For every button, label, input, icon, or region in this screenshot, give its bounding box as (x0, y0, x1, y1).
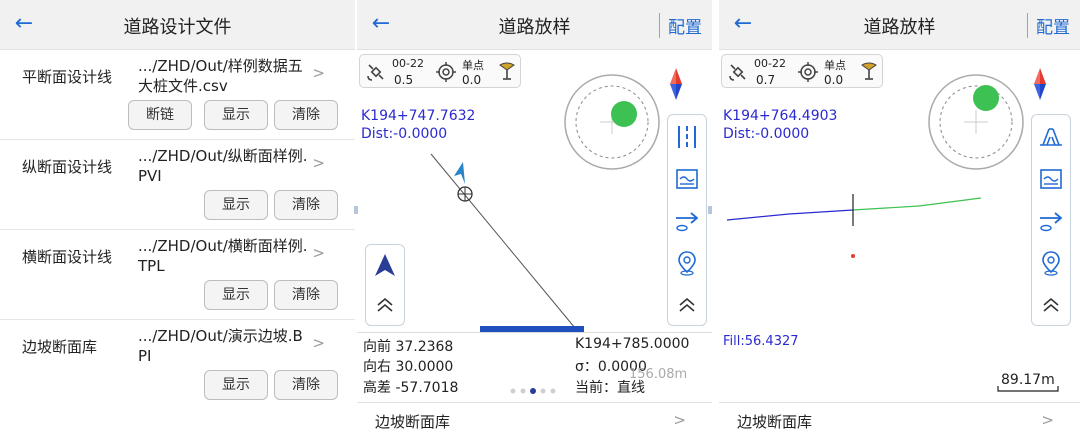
status-code: 00-22 (392, 57, 424, 70)
location-pin-icon[interactable] (1032, 245, 1070, 281)
profile-chart-icon[interactable] (1032, 161, 1070, 197)
left-control-column (365, 244, 405, 326)
file-row-cross[interactable]: 横断面设计线 .../ZHD/Out/横断面样例.TPL > 显示 清除 (0, 230, 355, 320)
slope-library-row[interactable]: 边坡断面库 > (719, 402, 1080, 437)
file-path: .../ZHD/Out/演示边坡.BPI (138, 327, 303, 365)
header: ← 道路放样 配置 (357, 0, 712, 50)
profile-view-canvas (726, 194, 982, 258)
station-value: K194+747.7632 (361, 108, 476, 124)
chevron-right-icon: > (312, 154, 325, 172)
stake-direction-icon[interactable] (1032, 203, 1070, 239)
right-control-column (1031, 114, 1071, 326)
page-title: 道路放样 (863, 17, 936, 38)
profile-chart-icon[interactable] (668, 161, 706, 197)
page-title: 道路设计文件 (123, 17, 232, 38)
page-indicator (510, 388, 556, 394)
dist-value: Dist:-0.0000 (723, 126, 810, 142)
scale-bar (997, 386, 1059, 392)
status-value: 0.5 (394, 73, 414, 87)
panel-handle (708, 206, 712, 214)
show-button[interactable]: 显示 (204, 100, 268, 130)
chevron-right-icon: > (1041, 411, 1054, 429)
file-row-plan[interactable]: 平断面设计线 .../ZHD/Out/样例数据五大桩文件.csv > 断链 显示… (0, 50, 355, 140)
slope-library-label: 边坡断面库 (375, 413, 451, 431)
clear-button[interactable]: 清除 (274, 370, 338, 400)
status-value: 0.7 (756, 73, 776, 87)
cross-section-icon[interactable] (1032, 119, 1070, 155)
compass-bubble (928, 74, 1024, 170)
target-icon (436, 62, 456, 82)
file-label: 纵断面设计线 (22, 158, 113, 176)
target-station-value: K194+785.0000 (575, 336, 690, 352)
satellite-icon (729, 64, 746, 81)
mode-label: 单点 (462, 59, 484, 72)
config-button[interactable]: 配置 (659, 13, 702, 38)
road-stakeout-screen-profile: ← 道路放样 配置 00-22 0.7 单点 0.0 K194+764.4903… (719, 0, 1080, 437)
slope-library-label: 边坡断面库 (737, 413, 813, 431)
divider (357, 332, 712, 333)
mode-value: 0.0 (824, 73, 844, 87)
target-icon (798, 62, 818, 82)
satellite-icon (367, 64, 384, 81)
antenna-icon (861, 62, 877, 80)
forward-value: 向前 37.2368 (363, 339, 454, 355)
status-bar[interactable]: 00-22 0.5 单点 0.0 (359, 54, 521, 88)
north-arrow-icon[interactable] (669, 68, 683, 100)
mode-value: 0.0 (462, 73, 482, 87)
double-chevron-up-icon[interactable] (1032, 287, 1070, 323)
config-button[interactable]: 配置 (1027, 13, 1070, 38)
header: ← 道路设计文件 (0, 0, 355, 50)
clear-button[interactable]: 清除 (274, 190, 338, 220)
show-button[interactable]: 显示 (204, 370, 268, 400)
stake-direction-icon[interactable] (668, 203, 706, 239)
scale-label: 156.08m (629, 367, 688, 382)
file-row-slope[interactable]: 边坡断面库 .../ZHD/Out/演示边坡.BPI > 显示 清除 (0, 320, 355, 410)
chevron-right-icon: > (673, 411, 686, 429)
double-chevron-up-icon[interactable] (668, 287, 706, 323)
status-code: 00-22 (754, 57, 786, 70)
file-label: 横断面设计线 (22, 248, 113, 266)
navigate-arrow-icon[interactable] (366, 247, 404, 283)
elevation-diff-value: 高差 -57.7018 (363, 380, 459, 396)
file-label: 边坡断面库 (22, 338, 98, 356)
chain-break-button[interactable]: 断链 (128, 100, 192, 130)
right-value: 向右 30.0000 (363, 359, 454, 375)
antenna-icon (499, 62, 515, 80)
header: ← 道路放样 配置 (719, 0, 1080, 50)
lane-lines-icon[interactable] (668, 119, 706, 155)
file-row-profile[interactable]: 纵断面设计线 .../ZHD/Out/纵断面样例.PVI > 显示 清除 (0, 140, 355, 230)
file-path: .../ZHD/Out/纵断面样例.PVI (138, 147, 308, 185)
road-stakeout-screen-plan: ← 道路放样 配置 00-22 0.5 单点 0.0 K194+747.7632… (357, 0, 712, 437)
file-label: 平断面设计线 (22, 68, 113, 86)
location-pin-icon[interactable] (668, 245, 706, 281)
chevron-right-icon: > (312, 334, 325, 352)
panel-handle (354, 206, 358, 214)
north-arrow-icon[interactable] (1033, 68, 1047, 100)
chevron-right-icon: > (312, 244, 325, 262)
status-bar[interactable]: 00-22 0.7 单点 0.0 (721, 54, 883, 88)
mode-label: 单点 (824, 59, 846, 72)
station-value: K194+764.4903 (723, 108, 838, 124)
clear-button[interactable]: 清除 (274, 100, 338, 130)
clear-button[interactable]: 清除 (274, 280, 338, 310)
fill-value: Fill:56.4327 (723, 334, 799, 349)
right-control-column (667, 114, 707, 326)
design-files-screen: ← 道路设计文件 平断面设计线 .../ZHD/Out/样例数据五大桩文件.cs… (0, 0, 355, 437)
slope-library-row[interactable]: 边坡断面库 > (357, 402, 712, 437)
chevron-right-icon: > (312, 64, 325, 82)
show-button[interactable]: 显示 (204, 190, 268, 220)
show-button[interactable]: 显示 (204, 280, 268, 310)
file-path: .../ZHD/Out/横断面样例.TPL (138, 237, 308, 275)
double-chevron-up-icon[interactable] (366, 287, 404, 323)
file-path: .../ZHD/Out/样例数据五大桩文件.csv (138, 57, 303, 95)
